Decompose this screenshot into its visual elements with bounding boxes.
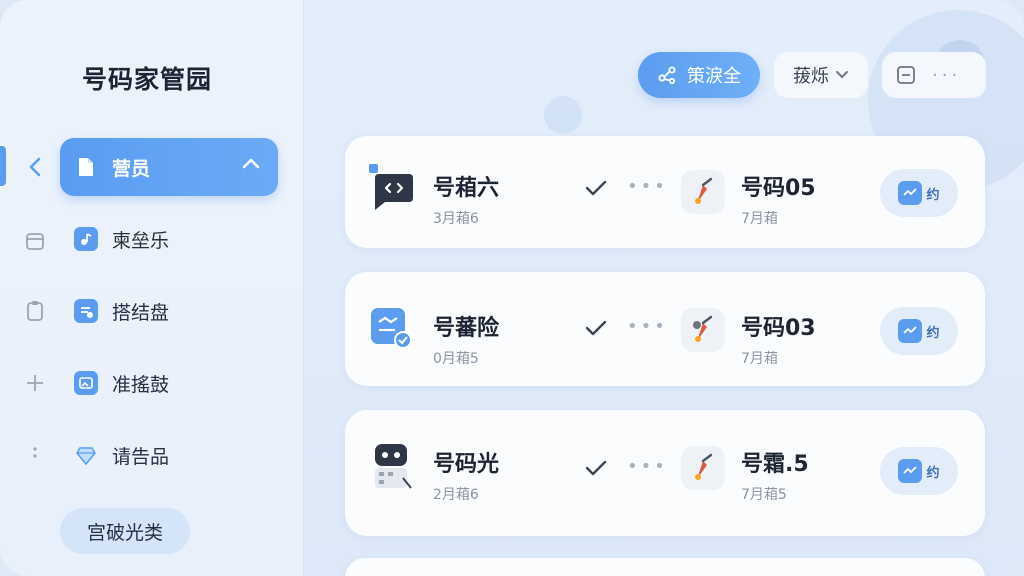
list-item[interactable]: 号码光 2月葙6 ••• 号霜.5 7月葙5 约 — [345, 410, 985, 536]
source-date: 0月葙5 — [433, 351, 479, 367]
decorative-circle — [544, 96, 582, 134]
share-button-label: 策淚全 — [687, 66, 741, 87]
sidebar-item-label: 准搖鼓 — [112, 373, 170, 396]
sidebar-item-music[interactable]: 柬垒乐 — [60, 210, 278, 268]
list-item[interactable]: 号蕃险 0月葙5 ••• 号码03 7月葙 约 — [345, 272, 985, 386]
source-date: 2月葙6 — [433, 487, 479, 503]
music-note-icon — [74, 227, 98, 251]
active-marker — [0, 146, 6, 186]
sidebar-bottom-button[interactable]: 宫破光类 — [60, 508, 190, 554]
sidebar-item-label: 请告品 — [112, 445, 170, 468]
sync-button[interactable]: 约 — [880, 447, 958, 495]
robot-icon — [375, 444, 412, 489]
calendar-icon[interactable] — [22, 228, 48, 254]
chart-check-icon — [898, 181, 923, 205]
check-icon — [585, 180, 607, 196]
sync-button-label: 约 — [926, 325, 940, 341]
list-item[interactable]: 号葙六 3月葙6 ••• 号码05 7月葙 约 — [345, 136, 985, 248]
source-date: 3月葙6 — [433, 211, 479, 227]
destination-name: 号霜.5 — [741, 452, 809, 477]
destination-date: 7月葙5 — [741, 487, 787, 503]
sync-button[interactable]: 约 — [880, 169, 958, 217]
more-menu-button[interactable]: ··· — [882, 52, 986, 98]
more-vertical-icon[interactable] — [22, 440, 48, 466]
rocket-icon — [681, 446, 725, 490]
flow-dots: ••• — [627, 176, 668, 197]
destination-name: 号码03 — [741, 316, 816, 341]
chart-check-icon — [898, 319, 923, 343]
rocket-icon — [681, 308, 725, 352]
source-name: 号蕃险 — [433, 316, 500, 341]
clipboard-icon[interactable] — [22, 298, 48, 324]
sync-button[interactable]: 约 — [880, 307, 958, 355]
sync-button-label: 约 — [926, 465, 940, 481]
image-icon — [74, 371, 98, 395]
document-icon — [74, 155, 98, 179]
source-name: 号码光 — [433, 452, 500, 477]
rocket-icon — [681, 170, 725, 214]
list-item[interactable] — [345, 558, 985, 576]
verified-document-icon — [371, 308, 412, 349]
checklist-icon — [74, 299, 98, 323]
destination-name: 号码05 — [741, 176, 816, 201]
sidebar-item-products[interactable]: 请告品 — [60, 426, 278, 484]
app-window: 号码家管园 营员 柬垒乐 搭结盘 准搖鼓 请告品 宫破光类 策淚全 菝烁 ···… — [0, 0, 1024, 576]
sidebar-item-label: 搭结盘 — [112, 301, 170, 324]
sidebar-item-image[interactable]: 准搖鼓 — [60, 354, 278, 412]
destination-date: 7月葙 — [741, 211, 778, 227]
sidebar-item-label: 营员 — [112, 157, 151, 180]
app-title: 号码家管园 — [82, 65, 213, 94]
panel-icon — [897, 66, 915, 84]
filter-dropdown[interactable]: 菝烁 — [774, 52, 868, 98]
share-icon — [658, 66, 676, 85]
plus-icon[interactable] — [22, 370, 48, 396]
sidebar: 号码家管园 营员 柬垒乐 搭结盘 准搖鼓 请告品 宫破光类 — [0, 0, 304, 576]
flow-dots: ••• — [627, 456, 668, 477]
source-name: 号葙六 — [433, 176, 500, 201]
sidebar-item-label: 柬垒乐 — [112, 229, 170, 252]
sidebar-item-members[interactable]: 营员 — [60, 138, 278, 196]
check-icon — [585, 460, 607, 476]
more-dots: ··· — [932, 64, 962, 86]
chart-check-icon — [898, 459, 923, 483]
share-button[interactable]: 策淚全 — [638, 52, 760, 98]
diamond-icon — [74, 443, 98, 467]
chevron-up-icon[interactable] — [242, 154, 260, 173]
chat-bubble-icon — [369, 164, 413, 210]
sidebar-item-checklist[interactable]: 搭结盘 — [60, 282, 278, 340]
sync-button-label: 约 — [926, 187, 940, 203]
back-chevron-icon[interactable] — [22, 154, 48, 180]
filter-label: 菝烁 — [793, 66, 829, 87]
destination-date: 7月葙 — [741, 351, 778, 367]
chevron-down-icon — [836, 71, 848, 79]
flow-dots: ••• — [627, 316, 668, 337]
check-icon — [585, 320, 607, 336]
